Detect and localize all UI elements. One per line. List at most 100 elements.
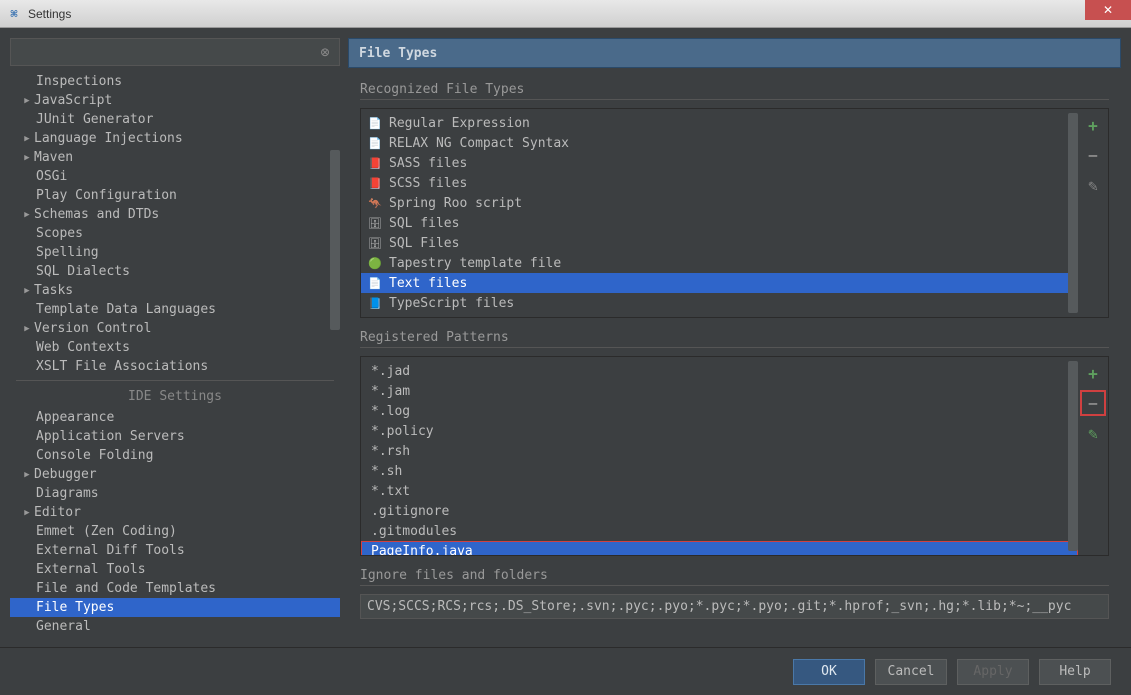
edit-pattern-button[interactable]: ✎ — [1083, 423, 1103, 443]
expand-arrow-icon[interactable]: ▶ — [20, 508, 34, 518]
cancel-button[interactable]: Cancel — [875, 659, 947, 685]
search-box[interactable]: ⊗ — [10, 38, 340, 66]
tree-item[interactable]: File and Code Templates — [10, 579, 340, 598]
apply-button[interactable]: Apply — [957, 659, 1029, 685]
tree-item[interactable]: Inspections — [10, 72, 340, 91]
tree-item[interactable]: Scopes — [10, 224, 340, 243]
pattern-row[interactable]: *.rsh — [361, 441, 1078, 461]
tree-item[interactable]: Template Data Languages — [10, 300, 340, 319]
tree-item[interactable]: ▶Language Injections — [10, 129, 340, 148]
pattern-row[interactable]: *.txt — [361, 481, 1078, 501]
tree-item[interactable]: General — [10, 617, 340, 636]
file-type-icon: 📘 — [367, 295, 383, 311]
add-file-type-button[interactable]: + — [1083, 115, 1103, 135]
tree-item[interactable]: ▶Schemas and DTDs — [10, 205, 340, 224]
tree-item[interactable]: External Diff Tools — [10, 541, 340, 560]
tree-item[interactable]: Spelling — [10, 243, 340, 262]
tree-item[interactable]: JUnit Generator — [10, 110, 340, 129]
ok-button[interactable]: OK — [793, 659, 865, 685]
expand-arrow-icon[interactable]: ▶ — [20, 153, 34, 163]
tree-item-label: Web Contexts — [36, 340, 130, 355]
tree-item[interactable]: Emmet (Zen Coding) — [10, 522, 340, 541]
help-button[interactable]: Help — [1039, 659, 1111, 685]
remove-pattern-button[interactable]: − — [1083, 393, 1103, 413]
search-input[interactable] — [17, 45, 317, 60]
tree-item[interactable]: ▶Maven — [10, 148, 340, 167]
tree-item-label: Schemas and DTDs — [34, 207, 159, 222]
pattern-row[interactable]: *.log — [361, 401, 1078, 421]
main-panel: File Types Recognized File Types 📄Regula… — [348, 38, 1121, 637]
expand-arrow-icon[interactable]: ▶ — [20, 324, 34, 334]
file-type-icon: 🗄 — [367, 215, 383, 231]
expand-arrow-icon[interactable]: ▶ — [20, 210, 34, 220]
tree-item-label: Console Folding — [36, 448, 153, 463]
tree-item[interactable]: SQL Dialects — [10, 262, 340, 281]
expand-arrow-icon[interactable]: ▶ — [20, 96, 34, 106]
file-type-row[interactable]: 🟢Tapestry template file — [361, 253, 1078, 273]
tree-item[interactable]: ▶Editor — [10, 503, 340, 522]
file-type-row[interactable]: 📄RELAX NG Compact Syntax — [361, 133, 1078, 153]
settings-tree[interactable]: Inspections▶JavaScriptJUnit Generator▶La… — [10, 70, 340, 637]
file-type-row[interactable]: 🗄SQL files — [361, 213, 1078, 233]
file-type-row[interactable]: 📄Regular Expression — [361, 113, 1078, 133]
tree-item[interactable]: Application Servers — [10, 427, 340, 446]
expand-arrow-icon[interactable]: ▶ — [20, 134, 34, 144]
file-type-row[interactable]: 📕SASS files — [361, 153, 1078, 173]
close-button[interactable]: ✕ — [1085, 0, 1131, 20]
pattern-row[interactable]: *.sh — [361, 461, 1078, 481]
tree-item[interactable]: XSLT File Associations — [10, 357, 340, 376]
tree-item[interactable]: Console Folding — [10, 446, 340, 465]
edit-file-type-button[interactable]: ✎ — [1083, 175, 1103, 195]
file-type-row[interactable]: 🗄SQL Files — [361, 233, 1078, 253]
patterns-list: *.jad*.jam*.log*.policy*.rsh*.sh*.txt.gi… — [360, 356, 1109, 556]
tree-item[interactable]: ▶Debugger — [10, 465, 340, 484]
pattern-label: *.jad — [367, 364, 410, 379]
pattern-row[interactable]: PageInfo.java — [361, 541, 1078, 555]
tree-item-label: Application Servers — [36, 429, 185, 444]
file-types-list: 📄Regular Expression📄RELAX NG Compact Syn… — [360, 108, 1109, 318]
pattern-row[interactable]: *.jam — [361, 381, 1078, 401]
tree-item-label: Editor — [34, 505, 81, 520]
main-header: File Types — [348, 38, 1121, 68]
tree-item[interactable]: ▶Version Control — [10, 319, 340, 338]
file-type-row[interactable]: 📘TypeScript files — [361, 293, 1078, 313]
tree-item-label: Debugger — [34, 467, 97, 482]
file-type-icon: 📄 — [367, 135, 383, 151]
remove-file-type-button[interactable]: − — [1083, 145, 1103, 165]
expand-arrow-icon[interactable]: ▶ — [20, 470, 34, 480]
tree-item-label: Language Injections — [34, 131, 183, 146]
tree-item[interactable]: HTTP Proxy — [10, 636, 340, 637]
tree-item[interactable]: ▶Tasks — [10, 281, 340, 300]
expand-arrow-icon[interactable]: ▶ — [20, 286, 34, 296]
pattern-row[interactable]: *.jad — [361, 361, 1078, 381]
tree-item-label: OSGi — [36, 169, 67, 184]
patterns-body[interactable]: *.jad*.jam*.log*.policy*.rsh*.sh*.txt.gi… — [361, 357, 1078, 555]
file-type-label: Regular Expression — [389, 116, 530, 131]
patterns-scrollbar[interactable] — [1068, 361, 1078, 551]
pattern-label: *.log — [367, 404, 410, 419]
file-types-scrollbar[interactable] — [1068, 113, 1078, 313]
pattern-row[interactable]: .gitmodules — [361, 521, 1078, 541]
tree-item-label: JUnit Generator — [36, 112, 153, 127]
add-pattern-button[interactable]: + — [1083, 363, 1103, 383]
pattern-row[interactable]: .gitignore — [361, 501, 1078, 521]
tree-item-label: XSLT File Associations — [36, 359, 208, 374]
tree-item[interactable]: Web Contexts — [10, 338, 340, 357]
file-type-icon: 📕 — [367, 155, 383, 171]
tree-item[interactable]: File Types — [10, 598, 340, 617]
tree-item[interactable]: External Tools — [10, 560, 340, 579]
clear-search-icon[interactable]: ⊗ — [317, 44, 333, 60]
file-types-body[interactable]: 📄Regular Expression📄RELAX NG Compact Syn… — [361, 109, 1078, 317]
file-type-row[interactable]: 📕SCSS files — [361, 173, 1078, 193]
tree-item[interactable]: Play Configuration — [10, 186, 340, 205]
tree-item[interactable]: OSGi — [10, 167, 340, 186]
pattern-row[interactable]: *.policy — [361, 421, 1078, 441]
tree-item[interactable]: ▶JavaScript — [10, 91, 340, 110]
pattern-label: *.rsh — [367, 444, 410, 459]
file-type-row[interactable]: 📄Text files — [361, 273, 1078, 293]
tree-item[interactable]: Diagrams — [10, 484, 340, 503]
tree-item[interactable]: Appearance — [10, 408, 340, 427]
file-type-row[interactable]: 🦘Spring Roo script — [361, 193, 1078, 213]
ignore-input[interactable]: CVS;SCCS;RCS;rcs;.DS_Store;.svn;.pyc;.py… — [360, 594, 1109, 619]
tree-scrollbar[interactable] — [330, 150, 340, 330]
